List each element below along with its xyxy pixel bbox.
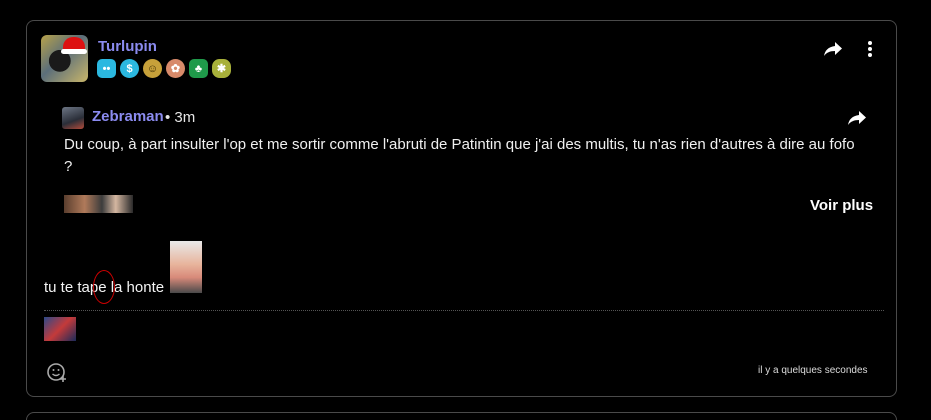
post-timestamp: il y a quelques secondes (758, 365, 868, 376)
post-card: Turlupin •• $ ☺ ✿ ♣ ✱ Zebraman • 3m Du c… (26, 20, 897, 397)
quote-text: Du coup, à part insulter l'op et me sort… (64, 136, 855, 175)
author-name[interactable]: Turlupin (98, 38, 157, 55)
next-post-card (26, 412, 897, 420)
quote-author-avatar[interactable] (62, 107, 84, 129)
quote-share-icon[interactable] (847, 109, 867, 127)
bug-badge-icon[interactable]: ✱ (212, 59, 231, 78)
badge-list: •• $ ☺ ✿ ♣ ✱ (97, 59, 231, 78)
flower-badge-icon[interactable]: ✿ (166, 59, 185, 78)
quote-author-name[interactable]: Zebraman (92, 108, 164, 125)
dots-badge-icon[interactable]: •• (97, 59, 116, 78)
smiley-badge-icon[interactable]: ☺ (143, 59, 162, 78)
reply-image-thumbnail[interactable] (170, 241, 202, 293)
dollar-badge-icon[interactable]: $ (120, 59, 139, 78)
author-avatar[interactable] (41, 35, 88, 82)
add-reaction-icon[interactable] (46, 361, 68, 383)
see-more-link[interactable]: Voir plus (810, 197, 873, 214)
cards-badge-icon[interactable]: ♣ (189, 59, 208, 78)
quote-image-thumbnail[interactable] (64, 195, 133, 213)
santa-hat-icon (61, 37, 87, 54)
quote-time: • 3m (165, 109, 196, 126)
red-circle-annotation (93, 270, 115, 304)
more-options-icon[interactable] (863, 40, 877, 58)
share-icon[interactable] (823, 40, 843, 58)
divider (44, 310, 884, 311)
reaction-avatar[interactable] (44, 317, 76, 341)
